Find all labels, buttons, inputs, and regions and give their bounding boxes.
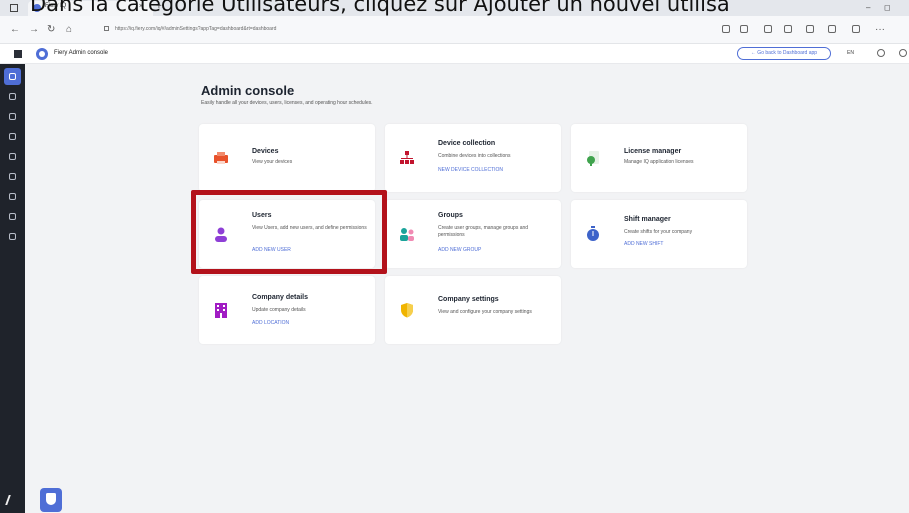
sidebar-item-devices[interactable] — [4, 108, 21, 125]
app-header: Fiery Admin console ← Go back to Dashboa… — [0, 44, 909, 64]
sidebar-item-dashboard[interactable] — [4, 88, 21, 105]
forward-arrow-icon[interactable]: → — [29, 24, 39, 35]
fiery-logo-icon — [36, 48, 48, 60]
settings-icon — [9, 133, 16, 140]
shield-icon — [46, 493, 56, 505]
card-title: Device collection — [438, 140, 496, 147]
printer-icon — [214, 152, 228, 164]
card-title: Groups — [438, 212, 463, 219]
card-groups[interactable]: Groups Create user groups, manage groups… — [385, 200, 561, 268]
favorite-star-icon[interactable] — [740, 25, 748, 33]
card-description: Create user groups, manage groups and pe… — [438, 225, 529, 238]
home-icon[interactable]: ⌂ — [66, 24, 72, 35]
language-selector[interactable]: EN — [847, 50, 854, 56]
shield-settings-icon — [401, 303, 413, 318]
stopwatch-icon — [9, 193, 16, 200]
home-icon — [9, 73, 16, 80]
sidebar-item-security[interactable] — [4, 228, 21, 245]
card-description: Combine devices into collections — [438, 153, 511, 159]
add-new-group-link[interactable]: ADD NEW GROUP — [438, 247, 481, 253]
card-shift-manager[interactable]: Shift manager Create shifts for your com… — [571, 200, 747, 268]
license-icon — [587, 151, 599, 166]
page-subtitle: Easily handle all your devices, users, l… — [201, 100, 373, 106]
help-icon[interactable] — [877, 49, 885, 57]
app-grid-icon[interactable] — [14, 50, 22, 58]
reload-icon[interactable]: ↻ — [47, 24, 55, 35]
add-location-link[interactable]: ADD LOCATION — [252, 320, 289, 326]
screenshot: Fiery IQ × + – ◻ Dans la catégorie Utili… — [0, 0, 909, 513]
sidebar-item-groups[interactable] — [4, 168, 21, 185]
url-text: https://iq.fiery.com/iq/#/adminSettings?… — [115, 26, 277, 32]
extensions-icon[interactable] — [828, 25, 836, 33]
more-menu-icon[interactable]: ··· — [875, 24, 885, 35]
card-description: Update company details — [252, 307, 306, 313]
card-title: Devices — [252, 148, 279, 155]
people-icon — [9, 173, 16, 180]
sidebar-item-manage[interactable] — [4, 128, 21, 145]
card-title: Shift manager — [624, 216, 671, 223]
collections-icon[interactable] — [806, 25, 814, 33]
sidebar-item-reports[interactable] — [4, 208, 21, 225]
split-screen-icon[interactable] — [764, 25, 772, 33]
card-title: License manager — [624, 148, 682, 155]
card-description: View and configure your company settings — [438, 309, 532, 315]
card-description: Manage IQ application licenses — [624, 159, 694, 165]
new-device-collection-link[interactable]: NEW DEVICE COLLECTION — [438, 167, 503, 173]
user-avatar-icon[interactable] — [899, 49, 907, 57]
card-company-settings[interactable]: Company settings View and configure your… — [385, 276, 561, 344]
favorites-icon[interactable] — [784, 25, 792, 33]
read-aloud-icon[interactable] — [722, 25, 730, 33]
card-description: Create shifts for your company — [624, 229, 693, 235]
app-title: Fiery Admin console — [54, 50, 109, 56]
address-bar: ← → ↻ ⌂ https://iq.fiery.com/iq/#/adminS… — [0, 16, 909, 44]
sidebar-item-shifts[interactable] — [4, 188, 21, 205]
back-arrow-icon[interactable]: ← — [10, 24, 20, 35]
device-collection-icon — [400, 151, 414, 164]
card-devices[interactable]: Devices View your devices — [199, 124, 375, 192]
highlight-box — [191, 190, 387, 274]
back-to-dashboard-button[interactable]: ← Go back to Dashboard app — [737, 47, 831, 60]
card-company-details[interactable]: Company details Update company details A… — [199, 276, 375, 344]
user-icon — [9, 153, 16, 160]
shield-icon — [9, 233, 16, 240]
security-widget-button[interactable] — [40, 488, 62, 512]
hierarchy-icon — [9, 113, 16, 120]
groups-icon — [400, 228, 414, 241]
document-icon — [9, 213, 16, 220]
card-title: Company settings — [438, 296, 499, 303]
profile-icon[interactable] — [852, 25, 860, 33]
page-title: Admin console — [201, 83, 295, 98]
add-new-shift-link[interactable]: ADD NEW SHIFT — [624, 241, 663, 247]
sidebar — [0, 64, 25, 513]
lock-icon — [104, 26, 109, 32]
sidebar-item-users[interactable] — [4, 148, 21, 165]
card-device-collection[interactable]: Device collection Combine devices into c… — [385, 124, 561, 192]
url-field[interactable]: https://iq.fiery.com/iq/#/adminSettings?… — [104, 26, 276, 32]
card-title: Company details — [252, 294, 309, 301]
instruction-caption: Dans la catégorie Utilisateurs, cliquez … — [30, 0, 730, 16]
card-license-manager[interactable]: License manager Manage IQ application li… — [571, 124, 747, 192]
dashboard-icon — [9, 93, 16, 100]
sidebar-item-home[interactable] — [4, 68, 21, 85]
stopwatch-icon — [587, 226, 599, 241]
card-description: View your devices — [252, 159, 293, 165]
building-icon — [215, 303, 227, 318]
